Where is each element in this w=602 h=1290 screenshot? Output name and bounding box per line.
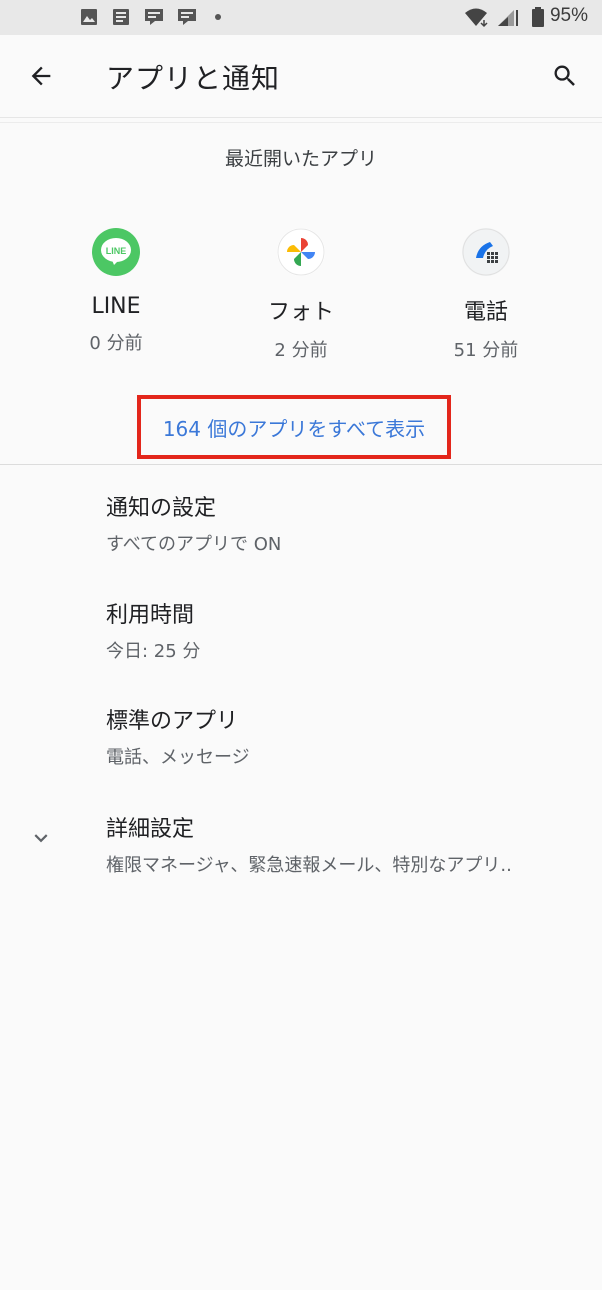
list-item-subtitle: 今日: 25 分 [106, 641, 201, 662]
list-item-title: 通知の設定 [106, 496, 217, 521]
wifi-icon [465, 8, 488, 28]
back-button[interactable] [22, 57, 60, 95]
line-manga-icon [145, 9, 163, 25]
app-time: 51 分前 [453, 340, 519, 361]
recent-app-line[interactable]: LINE LINE 0 分前 [26, 228, 206, 355]
list-item-title: 利用時間 [106, 603, 195, 628]
list-item-advanced[interactable]: 詳細設定 権限マネージャ、緊急速報メール、特別なアプリ.. [106, 811, 586, 877]
list-item-title: 標準のアプリ [106, 709, 239, 734]
chevron-down-icon[interactable] [28, 825, 54, 851]
image-icon [81, 9, 97, 25]
recent-app-phone[interactable]: 電話 51 分前 [396, 228, 576, 362]
app-time: 2 分前 [274, 340, 328, 361]
battery-percentage: 95% [549, 5, 588, 26]
list-item-subtitle: すべてのアプリで ON [106, 534, 282, 555]
search-icon [554, 65, 575, 86]
app-name: LINE [91, 294, 141, 319]
list-item-subtitle: 電話、メッセージ [106, 747, 250, 768]
photos-app-icon [277, 228, 325, 276]
line-app-icon: LINE [92, 228, 140, 276]
app-name: 電話 [463, 300, 508, 325]
list-item-notifications[interactable]: 通知の設定 すべてのアプリで ON [106, 490, 586, 556]
list-item-title: 詳細設定 [106, 817, 195, 842]
divider [0, 122, 602, 123]
dot-icon [215, 14, 221, 20]
recent-apps-title: 最近開いたアプリ [224, 148, 377, 170]
app-bar: アプリと通知 [0, 35, 602, 118]
status-bar: 95% [0, 0, 602, 35]
list-item-subtitle: 権限マネージャ、緊急速報メール、特別なアプリ.. [106, 855, 512, 876]
app-time: 0 分前 [89, 333, 143, 354]
phone-app-icon [462, 228, 510, 276]
list-item-screen-time[interactable]: 利用時間 今日: 25 分 [106, 597, 586, 663]
line-manga-icon [178, 9, 196, 25]
search-button[interactable] [546, 57, 584, 95]
signal-icon [498, 10, 518, 26]
app-name: フォト [267, 300, 334, 325]
see-all-apps-button[interactable]: 164 個のアプリをすべて表示 [137, 395, 451, 459]
page-title: アプリと通知 [106, 62, 281, 95]
svg-text:LINE: LINE [106, 246, 127, 256]
battery-icon [532, 7, 544, 27]
back-arrow-icon [31, 66, 51, 86]
recent-app-photos[interactable]: フォト 2 分前 [211, 228, 391, 362]
list-item-default-apps[interactable]: 標準のアプリ 電話、メッセージ [106, 703, 586, 769]
news-icon [113, 9, 129, 25]
section-divider [0, 464, 602, 465]
